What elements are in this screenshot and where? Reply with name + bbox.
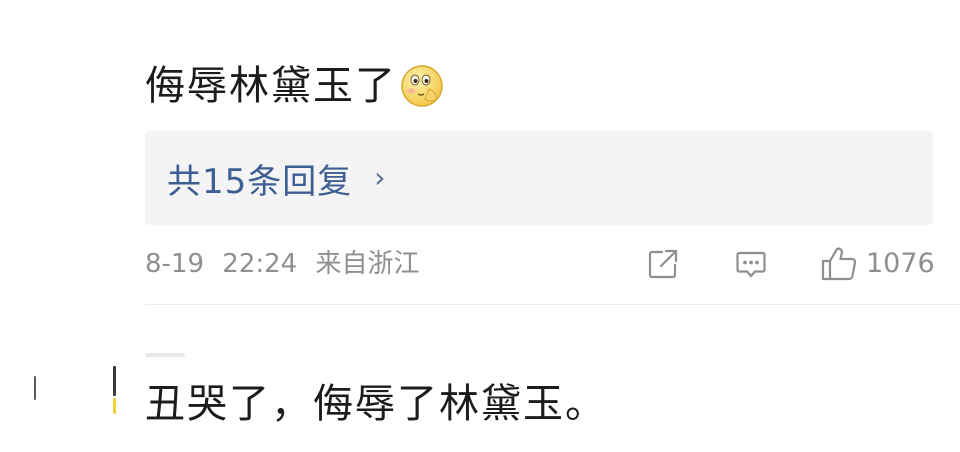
like-count: 1076 xyxy=(866,248,935,279)
replies-count-label: 共15条回复 xyxy=(167,161,353,202)
comment-date: 8-19 xyxy=(145,249,205,279)
next-comment-text: 丑哭了，侮辱了林黛玉。 xyxy=(145,381,607,427)
left-edge-mark xyxy=(113,398,116,414)
comment-divider xyxy=(145,304,960,305)
view-replies-button[interactable]: 共15条回复 › xyxy=(145,131,933,225)
comment-icon xyxy=(734,247,768,281)
comment-text-row: 侮辱林黛玉了 xyxy=(145,56,445,116)
like-button[interactable]: 1076 xyxy=(820,244,935,284)
next-comment-username-placeholder xyxy=(145,353,185,357)
comment-time: 22:24 xyxy=(222,249,298,279)
left-edge-mark xyxy=(113,366,116,396)
left-edge-mark xyxy=(34,376,36,400)
share-icon xyxy=(646,247,680,281)
blush-face-emoji-icon xyxy=(399,63,445,109)
comment-button[interactable] xyxy=(734,244,768,284)
share-button[interactable] xyxy=(646,244,680,284)
chevron-right-icon: › xyxy=(374,161,386,194)
comment-meta: 8-19 22:24 来自浙江 xyxy=(145,244,420,284)
comment-text: 侮辱林黛玉了 xyxy=(145,63,397,109)
thumbs-up-icon xyxy=(820,246,858,282)
comment-location: 来自浙江 xyxy=(315,249,420,279)
